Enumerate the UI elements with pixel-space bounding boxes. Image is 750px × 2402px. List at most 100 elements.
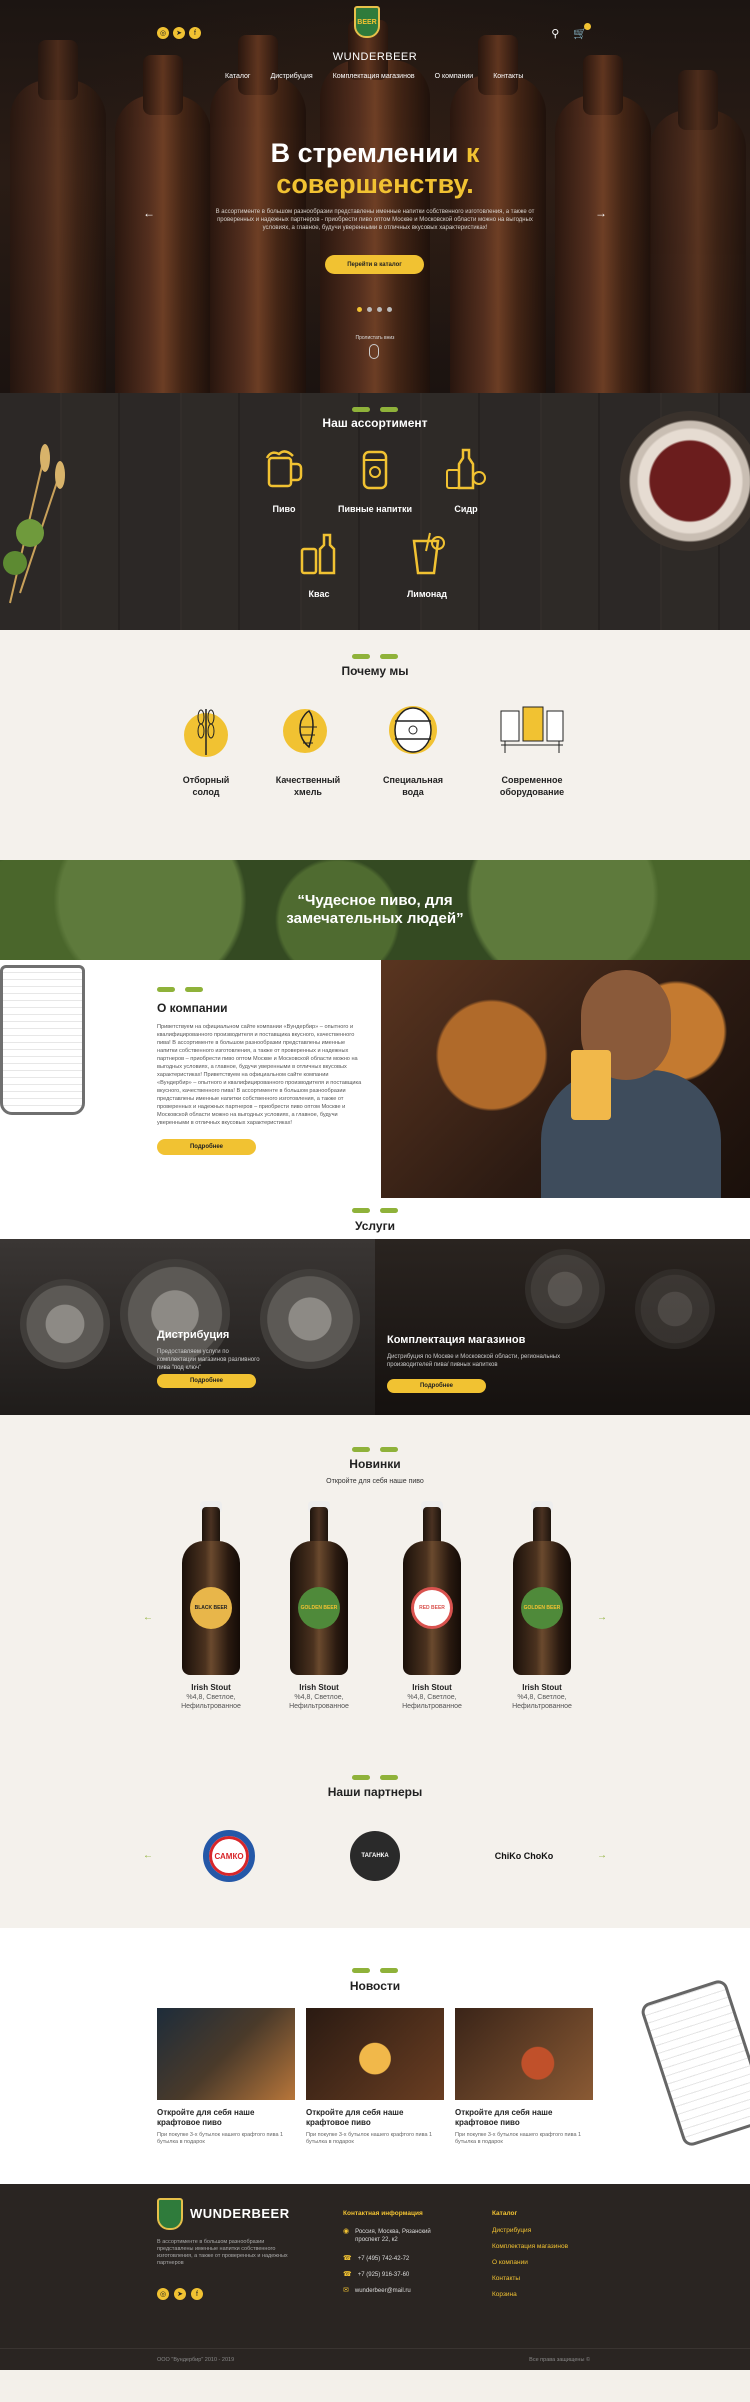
- about-text: О компании Приветствуем на официальном с…: [157, 985, 362, 1155]
- footer-link-cart[interactable]: Корзина: [492, 2291, 517, 2298]
- footer-logo-icon[interactable]: [157, 2198, 183, 2230]
- facebook-icon[interactable]: f: [191, 2288, 203, 2300]
- service-more-button[interactable]: Подробнее: [387, 1379, 486, 1393]
- assortment-item-cider[interactable]: Сидр: [426, 446, 506, 514]
- quote-text: “Чудесное пиво, для замечательных людей”: [0, 892, 750, 928]
- slider-dot[interactable]: [367, 307, 372, 312]
- partner-logo-taganka[interactable]: ТАГАНКА: [345, 1826, 405, 1886]
- assortment-label: Пиво: [272, 504, 296, 514]
- beer-can-icon: [362, 450, 388, 490]
- quote-line: “Чудесное пиво, для: [297, 892, 453, 909]
- new-products-subtitle: Откройте для себя наше пиво: [326, 1478, 424, 1485]
- mouse-scroll-icon[interactable]: [369, 344, 379, 359]
- partner-name: ChiKo ChoKo: [494, 1850, 554, 1861]
- news-section: Новости Откройте для себя наше крафтовое…: [0, 1928, 750, 2184]
- news-card[interactable]: Откройте для себя наше крафтовое пиво Пр…: [157, 2008, 295, 2146]
- wheat-divider-icon: [352, 1773, 398, 1781]
- arrow-right-icon[interactable]: →: [597, 1612, 607, 1623]
- product-card[interactable]: BLACK BEER Irish Stout %4,8, Светлое, Неф…: [166, 1501, 256, 1711]
- service-more-button[interactable]: Подробнее: [157, 1374, 256, 1388]
- product-desc-line: Нефильтрованное: [402, 1703, 462, 1710]
- assortment-label: Пивные напитки: [337, 504, 413, 514]
- footer-phone-1[interactable]: ☎ +7 (495) 742-42-72: [343, 2255, 409, 2263]
- why-item-water: Специальная вода: [363, 701, 463, 798]
- telegram-icon[interactable]: ➤: [174, 2288, 186, 2300]
- photo-man-body: [541, 1070, 721, 1198]
- product-desc: %4,8, Светлое, Нефильтрованное: [166, 1693, 256, 1711]
- partners-section: Наши партнеры ← → САМКО ТАГАНКА ChiKo Ch…: [0, 1768, 750, 1928]
- search-icon[interactable]: ⚲: [551, 27, 559, 40]
- services-title: Услуги: [355, 1219, 395, 1233]
- photo-beer-glass: [571, 1050, 611, 1120]
- product-desc-line: Нефильтрованное: [289, 1703, 349, 1710]
- service-card-shops[interactable]: Комплектация магазинов Дистрибуция по Мо…: [375, 1239, 750, 1415]
- assortment-item-beer[interactable]: Пиво: [244, 446, 324, 514]
- footer-logo-text[interactable]: WUNDERBEER: [190, 2206, 290, 2221]
- brewing-equipment-icon: [500, 706, 564, 753]
- slider-dot[interactable]: [357, 307, 362, 312]
- about-title: О компании: [157, 1001, 228, 1015]
- arrow-right-icon[interactable]: →: [597, 1850, 607, 1861]
- nav-about[interactable]: О компании: [435, 73, 474, 80]
- copyright: ООО "Вундербир" 2010 - 2019: [157, 2357, 235, 2363]
- assortment-item-beer-drinks[interactable]: Пивные напитки: [335, 446, 415, 514]
- assortment-label: Лимонад: [406, 589, 448, 599]
- assortment-item-kvass[interactable]: Квас: [279, 531, 359, 599]
- nav-contacts[interactable]: Контакты: [493, 73, 523, 80]
- bottle-label: RED BEER: [411, 1587, 453, 1629]
- hero-next-arrow-icon[interactable]: →: [595, 206, 607, 220]
- product-desc-line: Нефильтрованное: [181, 1703, 241, 1710]
- service-title: Комплектация магазинов: [387, 1334, 526, 1346]
- why-us-title: Почему мы: [341, 664, 409, 678]
- address-line: проспект 22, к2: [355, 2237, 398, 2243]
- email-text: wunderbeer@mail.ru: [354, 2288, 411, 2294]
- product-card[interactable]: RED BEER Irish Stout %4,8, Светлое, Нефил…: [387, 1501, 477, 1711]
- footer-link-shops[interactable]: Комплектация магазинов: [492, 2243, 568, 2250]
- product-card[interactable]: GOLDEN BEER Irish Stout %4,8, Светлое, Не…: [274, 1501, 364, 1711]
- slider-dot[interactable]: [377, 307, 382, 312]
- quote-line: замечательных людей”: [286, 910, 464, 927]
- news-card[interactable]: Откройте для себя наше крафтовое пиво Пр…: [455, 2008, 593, 2146]
- arrow-left-icon[interactable]: ←: [143, 1850, 153, 1861]
- bottle-bg: [210, 35, 306, 393]
- telegram-icon[interactable]: ➤: [173, 27, 185, 39]
- footer-phone-2[interactable]: ☎ +7 (925) 916-37-60: [343, 2271, 409, 2279]
- slider-dot[interactable]: [387, 307, 392, 312]
- service-card-distribution[interactable]: Дистрибуция Предоставляем услуги по комп…: [0, 1239, 375, 1415]
- footer-catalog-title[interactable]: Каталог: [492, 2210, 517, 2217]
- service-title: Дистрибуция: [157, 1329, 230, 1341]
- assortment-section: Наш ассортимент Пиво Пивные напитки Сидр…: [0, 393, 750, 630]
- quote-section: “Чудесное пиво, для замечательных людей”: [0, 860, 750, 960]
- news-card[interactable]: Откройте для себя наше крафтовое пиво Пр…: [306, 2008, 444, 2146]
- about-more-button[interactable]: Подробнее: [157, 1139, 256, 1155]
- wheat-divider-icon: [157, 985, 203, 993]
- nav-distribution[interactable]: Дистрибуция: [270, 73, 312, 80]
- facebook-icon[interactable]: f: [189, 27, 201, 39]
- footer-link-contacts[interactable]: Контакты: [492, 2275, 520, 2282]
- keg-icon: [260, 1269, 360, 1369]
- logo-text[interactable]: WUNDERBEER: [320, 51, 430, 63]
- hero-prev-arrow-icon[interactable]: ←: [143, 206, 155, 220]
- service-text: Предоставляем услуги по комплектации маг…: [157, 1349, 260, 1371]
- wheat-hops-icon: [3, 444, 65, 604]
- why-label-line: Специальная: [383, 775, 443, 785]
- instagram-icon[interactable]: ◎: [157, 27, 169, 39]
- hero-title-highlight-line: совершенству.: [276, 169, 474, 199]
- footer-link-distribution[interactable]: Дистрибуция: [492, 2227, 531, 2234]
- partner-logo-chiko-choko[interactable]: ChiKo ChoKo: [494, 1826, 554, 1886]
- nav-shop-equipment[interactable]: Комплектация магазинов: [333, 73, 415, 80]
- footer-email[interactable]: ✉ wunderbeer@mail.ru: [343, 2287, 411, 2295]
- hero-catalog-button[interactable]: Перейти в каталог: [325, 255, 424, 274]
- why-label: Качественный хмель: [258, 774, 358, 798]
- nav-catalog[interactable]: Каталог: [225, 73, 250, 80]
- partner-logo-samko[interactable]: САМКО: [199, 1826, 259, 1886]
- product-card[interactable]: GOLDEN BEER Irish Stout %4,8, Светлое, Не…: [497, 1501, 587, 1711]
- arrow-left-icon[interactable]: ←: [143, 1612, 153, 1623]
- instagram-icon[interactable]: ◎: [157, 2288, 169, 2300]
- hero-title-highlight: к: [465, 138, 480, 168]
- footer-link-about[interactable]: О компании: [492, 2259, 528, 2266]
- assortment-item-lemonade[interactable]: Лимонад: [387, 531, 467, 599]
- why-label: Специальная вода: [363, 774, 463, 798]
- cart-icon[interactable]: 🛒: [573, 23, 591, 40]
- logo[interactable]: BEER: [354, 6, 380, 38]
